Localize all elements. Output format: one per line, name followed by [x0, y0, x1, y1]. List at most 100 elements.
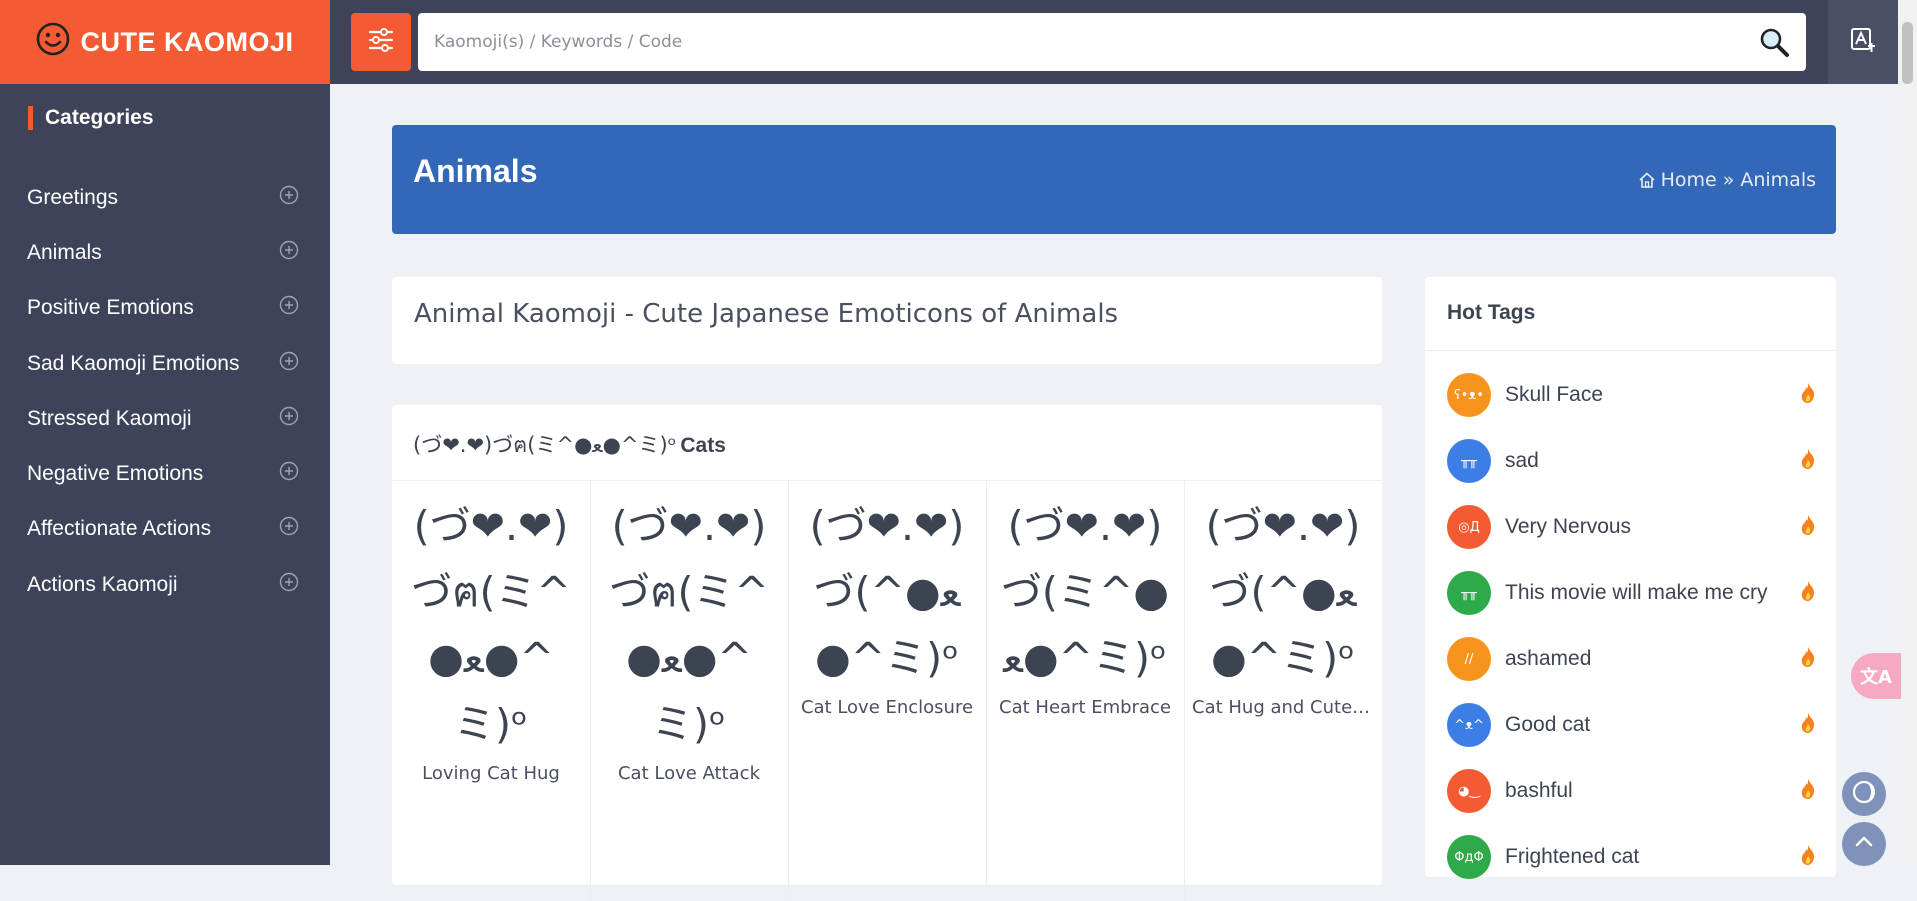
- home-icon: [1638, 171, 1656, 189]
- sidebar-item-label: Animals: [27, 241, 102, 264]
- kaomoji-card[interactable]: (づ❤.❤)づ(ミ^●ﻌ●^ミ)ᵒ Cat Heart Embrace: [986, 481, 1185, 901]
- tag-name: Very Nervous: [1505, 515, 1632, 538]
- sidebar-item-greetings[interactable]: Greetings: [27, 178, 299, 218]
- sidebar-item-label: Stressed Kaomoji: [27, 407, 192, 430]
- plus-circle-icon: [279, 351, 299, 377]
- sidebar-item-affectionate-actions[interactable]: Affectionate Actions: [27, 509, 299, 549]
- sidebar-item-label: Actions Kaomoji: [27, 573, 178, 596]
- hot-tag-item[interactable]: ΦдΦ Frightened cat: [1447, 834, 1817, 880]
- kaomoji-card[interactable]: (づ❤.❤)づฅ(ミ^●ﻌ●^ミ)ᵒ Loving Cat Hug: [392, 481, 591, 901]
- sidebar-item-actions-kaomoji[interactable]: Actions Kaomoji: [27, 565, 299, 605]
- kaomoji-text: (づ❤.❤)づฅ(ミ^●ﻌ●^ミ)ᵒ: [609, 502, 769, 748]
- divider: [1425, 350, 1836, 351]
- fire-icon: [1799, 712, 1817, 738]
- back-to-top-button[interactable]: [1842, 822, 1886, 866]
- hot-tag-item[interactable]: // ashamed: [1447, 636, 1817, 682]
- tag-avatar: ╥╥: [1447, 439, 1491, 483]
- breadcrumb-home-link[interactable]: Home: [1661, 169, 1717, 191]
- cats-section-header[interactable]: (づ❤.❤)づฅ(ミ^●ﻌ●^ミ)ᵒ Cats: [413, 429, 726, 462]
- plus-circle-icon: [279, 516, 299, 542]
- breadcrumb-separator: »: [1722, 169, 1735, 191]
- sidebar-item-sad-kaomoji-emotions[interactable]: Sad Kaomoji Emotions: [27, 344, 299, 384]
- fire-icon: [1799, 382, 1817, 408]
- tag-avatar: ╥╥: [1447, 571, 1491, 615]
- fire-icon: [1799, 646, 1817, 672]
- tag-avatar: ◎Д: [1447, 505, 1491, 549]
- tag-name: This movie will make me cry: [1505, 581, 1768, 604]
- kaomoji-text: (づ❤.❤)づ(ミ^●ﻌ●^ミ)ᵒ: [1000, 502, 1170, 682]
- cats-section: (づ❤.❤)づฅ(ミ^●ﻌ●^ミ)ᵒ Cats (づ❤.❤)づฅ(ミ^●ﻌ●^ミ…: [392, 405, 1382, 901]
- hot-tag-item[interactable]: ╥╥ This movie will make me cry: [1447, 570, 1817, 616]
- plus-circle-icon: [279, 185, 299, 211]
- search-box: [418, 13, 1806, 71]
- brand-name: CUTE KAOMOJI: [80, 26, 294, 57]
- translate-icon: [1849, 26, 1877, 58]
- sidebar-item-negative-emotions[interactable]: Negative Emotions: [27, 454, 299, 494]
- tag-avatar: ^ᴥ^: [1447, 703, 1491, 747]
- site-logo[interactable]: CUTE KAOMOJI: [0, 0, 330, 84]
- tag-avatar: ◕‿: [1447, 769, 1491, 813]
- sidebar-item-label: Affectionate Actions: [27, 517, 212, 540]
- sidebar-heading: Categories: [28, 106, 154, 130]
- search-input[interactable]: [418, 13, 1754, 71]
- category-banner: Animals Home » Animals: [392, 125, 1836, 234]
- hot-tags-title: Hot Tags: [1447, 301, 1536, 324]
- kaomoji-label: Cat Love Enclosure: [800, 697, 974, 718]
- tag-name: Frightened cat: [1505, 845, 1640, 868]
- hot-tag-item[interactable]: ʕ•ᴥ• Skull Face: [1447, 372, 1817, 418]
- hot-tag-item[interactable]: ◕‿ bashful: [1447, 768, 1817, 814]
- plus-circle-icon: [279, 295, 299, 321]
- translate-button[interactable]: [1828, 0, 1898, 84]
- page-scrollbar[interactable]: [1898, 0, 1917, 865]
- sidebar: Categories Greetings Animals Positive Em…: [0, 84, 330, 865]
- fire-icon: [1799, 844, 1817, 870]
- fire-icon: [1799, 448, 1817, 474]
- floating-translate-label: 文A: [1860, 667, 1892, 688]
- kaomoji-text: (づ❤.❤)づ(^●ﻌ●^ミ)ᵒ: [809, 502, 965, 682]
- plus-circle-icon: [279, 572, 299, 598]
- kaomoji-text: (づ❤.❤)づฅ(ミ^●ﻌ●^ミ)ᵒ: [411, 502, 571, 748]
- fire-icon: [1799, 580, 1817, 606]
- kaomoji-label: Cat Heart Embrace: [999, 697, 1171, 718]
- sidebar-item-animals[interactable]: Animals: [27, 233, 299, 273]
- fire-icon: [1799, 514, 1817, 540]
- hot-tag-item[interactable]: ◎Д Very Nervous: [1447, 504, 1817, 550]
- sidebar-item-positive-emotions[interactable]: Positive Emotions: [27, 288, 299, 328]
- dark-mode-toggle[interactable]: [1842, 772, 1886, 816]
- intro-card: Animal Kaomoji - Cute Japanese Emoticons…: [392, 277, 1382, 364]
- tag-avatar: ΦдΦ: [1447, 835, 1491, 879]
- breadcrumb: Home » Animals: [1638, 169, 1816, 191]
- tag-avatar: //: [1447, 637, 1491, 681]
- sidebar-item-label: Positive Emotions: [27, 296, 194, 319]
- tag-name: sad: [1505, 449, 1539, 472]
- kaomoji-text: (づ❤.❤)づ(^●ﻌ●^ミ)ᵒ: [1205, 502, 1361, 682]
- sliders-icon: [368, 28, 394, 56]
- kaomoji-card[interactable]: (づ❤.❤)づ(^●ﻌ●^ミ)ᵒ Cat Love Enclosure: [788, 481, 987, 901]
- sidebar-item-label: Sad Kaomoji Emotions: [27, 352, 240, 375]
- sidebar-item-label: Greetings: [27, 186, 119, 209]
- plus-circle-icon: [279, 461, 299, 487]
- tag-name: bashful: [1505, 779, 1573, 802]
- kaomoji-card[interactable]: (づ❤.❤)づ(^●ﻌ●^ミ)ᵒ Cat Hug and Cute ...: [1184, 481, 1382, 901]
- tag-name: Skull Face: [1505, 383, 1604, 406]
- floating-translate-button[interactable]: 文A: [1851, 653, 1901, 699]
- hot-tag-item[interactable]: ^ᴥ^ Good cat: [1447, 702, 1817, 748]
- sidebar-item-label: Negative Emotions: [27, 462, 204, 485]
- kaomoji-label: Cat Hug and Cute ...: [1192, 697, 1376, 718]
- kaomoji-card[interactable]: (づ❤.❤)づฅ(ミ^●ﻌ●^ミ)ᵒ Cat Love Attack: [590, 481, 789, 901]
- kaomoji-label: Loving Cat Hug: [422, 763, 560, 784]
- tag-name: Good cat: [1505, 713, 1591, 736]
- plus-circle-icon: [279, 240, 299, 266]
- sidebar-item-stressed-kaomoji[interactable]: Stressed Kaomoji: [27, 399, 299, 439]
- hot-tag-item[interactable]: ╥╥ sad: [1447, 438, 1817, 484]
- search-icon[interactable]: [1754, 22, 1794, 62]
- page-title: Animals: [413, 153, 538, 189]
- tag-avatar: ʕ•ᴥ•: [1447, 373, 1491, 417]
- smiley-icon: [36, 22, 70, 63]
- scrollbar-thumb[interactable]: [1902, 22, 1913, 84]
- section-heading: Animal Kaomoji - Cute Japanese Emoticons…: [414, 299, 1119, 329]
- filter-button[interactable]: [351, 13, 411, 71]
- breadcrumb-current-link[interactable]: Animals: [1740, 169, 1816, 191]
- kaomoji-label: Cat Love Attack: [617, 763, 760, 784]
- moon-icon: [1851, 779, 1877, 809]
